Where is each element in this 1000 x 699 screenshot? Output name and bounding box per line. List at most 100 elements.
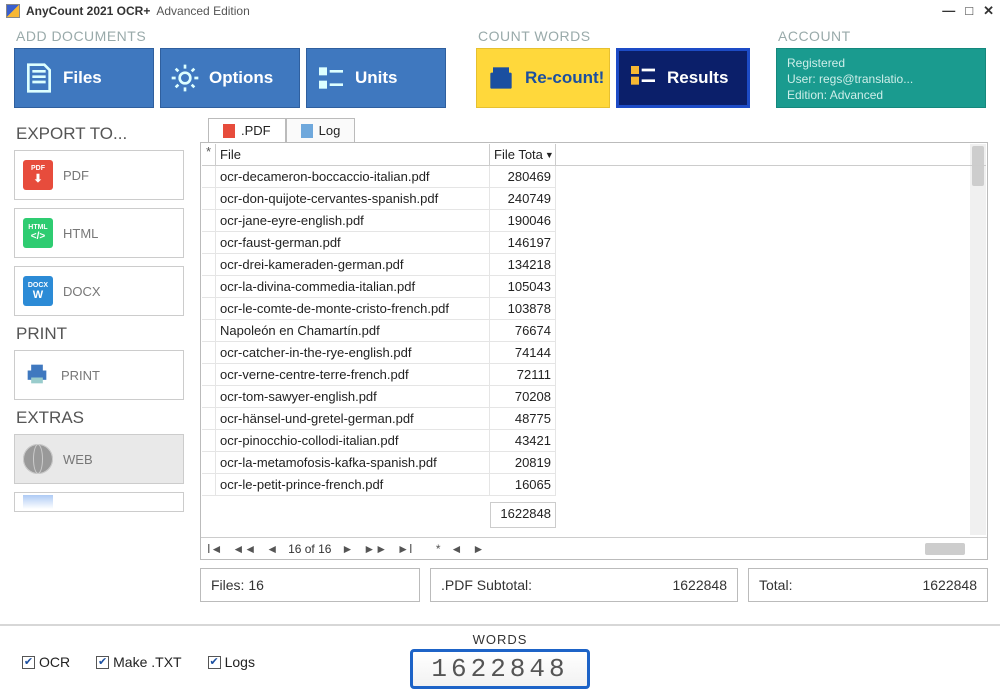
print-button[interactable]: PRINT: [14, 350, 184, 400]
options-button[interactable]: Options: [160, 48, 300, 108]
grid-sum-value: 1622848: [490, 502, 556, 528]
nav-prev-page[interactable]: ◄◄: [232, 542, 256, 556]
units-icon: [307, 62, 355, 94]
horizontal-scrollbar[interactable]: [925, 543, 965, 555]
extras-heading: EXTRAS: [16, 408, 192, 428]
cell-total: 280469: [490, 166, 556, 188]
table-row[interactable]: ocr-pinocchio-collodi-italian.pdf43421: [202, 430, 986, 452]
sidebar: EXPORT TO... PDF⬇ PDF HTML</> HTML DOCXW…: [14, 118, 192, 602]
partial-icon: [23, 495, 53, 509]
grid-sum-row: 1622848: [202, 502, 986, 528]
table-row[interactable]: ocr-le-petit-prince-french.pdf16065: [202, 474, 986, 496]
recount-icon: [477, 62, 525, 94]
cell-file: ocr-decameron-boccaccio-italian.pdf: [216, 166, 490, 188]
table-row[interactable]: ocr-don-quijote-cervantes-spanish.pdf240…: [202, 188, 986, 210]
logs-checkbox[interactable]: ✔Logs: [208, 654, 255, 670]
print-heading: PRINT: [16, 324, 192, 344]
table-row[interactable]: ocr-la-divina-commedia-italian.pdf105043: [202, 276, 986, 298]
cell-file: ocr-catcher-in-the-rye-english.pdf: [216, 342, 490, 364]
cell-file: ocr-jane-eyre-english.pdf: [216, 210, 490, 232]
cell-total: 190046: [490, 210, 556, 232]
cell-total: 16065: [490, 474, 556, 496]
cell-total: 43421: [490, 430, 556, 452]
cell-total: 48775: [490, 408, 556, 430]
table-row[interactable]: ocr-hänsel-und-gretel-german.pdf48775: [202, 408, 986, 430]
table-row[interactable]: ocr-la-metamofosis-kafka-spanish.pdf2081…: [202, 452, 986, 474]
group-add-documents: ADD DOCUMENTS: [16, 28, 446, 44]
account-panel[interactable]: Registered User: regs@translatio... Edit…: [776, 48, 986, 108]
html-icon: HTML</>: [23, 218, 53, 248]
results-grid-panel: * File File Tota▼ ocr-decameron-boccacci…: [200, 142, 988, 560]
export-docx-button[interactable]: DOCXW DOCX: [14, 266, 184, 316]
nav-next[interactable]: ►: [341, 542, 353, 556]
account-edition: Edition: Advanced: [787, 87, 975, 103]
col-file-total[interactable]: File Tota▼: [490, 144, 556, 165]
export-pdf-button[interactable]: PDF⬇ PDF: [14, 150, 184, 200]
cell-total: 105043: [490, 276, 556, 298]
cell-file: ocr-le-comte-de-monte-cristo-french.pdf: [216, 298, 490, 320]
cell-total: 76674: [490, 320, 556, 342]
col-file[interactable]: File: [216, 144, 490, 165]
ribbon: ADD DOCUMENTS Files Options Units COUNT …: [0, 22, 1000, 118]
table-row[interactable]: ocr-faust-german.pdf146197: [202, 232, 986, 254]
tab-pdf[interactable]: .PDF: [208, 118, 286, 142]
units-button[interactable]: Units: [306, 48, 446, 108]
nav-spacer: [423, 542, 426, 556]
cell-total: 20819: [490, 452, 556, 474]
ocr-checkbox[interactable]: ✔OCR: [22, 654, 70, 670]
cell-total: 146197: [490, 232, 556, 254]
cell-total: 70208: [490, 386, 556, 408]
cell-file: ocr-hänsel-und-gretel-german.pdf: [216, 408, 490, 430]
nav-last[interactable]: ►ꓲ: [397, 542, 412, 556]
cell-file: ocr-faust-german.pdf: [216, 232, 490, 254]
extras-web-button[interactable]: WEB: [14, 434, 184, 484]
tab-log[interactable]: Log: [286, 118, 356, 142]
col-star[interactable]: *: [202, 144, 216, 165]
nav-first[interactable]: ꓲ◄: [207, 542, 222, 556]
nav-action-1[interactable]: *: [436, 542, 441, 556]
cell-file: ocr-verne-centre-terre-french.pdf: [216, 364, 490, 386]
table-row[interactable]: ocr-jane-eyre-english.pdf190046: [202, 210, 986, 232]
docx-icon: DOCXW: [23, 276, 53, 306]
cell-total: 240749: [490, 188, 556, 210]
table-row[interactable]: ocr-drei-kameraden-german.pdf134218: [202, 254, 986, 276]
pdf-icon: PDF⬇: [23, 160, 53, 190]
nav-next-page[interactable]: ►►: [363, 542, 387, 556]
maximize-button[interactable]: □: [965, 3, 973, 19]
close-button[interactable]: ✕: [983, 3, 994, 19]
minimize-button[interactable]: —: [942, 3, 955, 19]
cell-file: ocr-la-metamofosis-kafka-spanish.pdf: [216, 452, 490, 474]
results-button[interactable]: Results: [616, 48, 750, 108]
stats-bar: Files: 16 .PDF Subtotal:1622848 Total:16…: [200, 568, 988, 602]
table-row[interactable]: ocr-verne-centre-terre-french.pdf72111: [202, 364, 986, 386]
recount-button[interactable]: Re-count!: [476, 48, 610, 108]
table-row[interactable]: ocr-tom-sawyer-english.pdf70208: [202, 386, 986, 408]
export-html-button[interactable]: HTML</> HTML: [14, 208, 184, 258]
table-row[interactable]: Napoleón en Chamartín.pdf76674: [202, 320, 986, 342]
grid-header: * File File Tota▼: [202, 144, 986, 166]
extras-item-partial[interactable]: [14, 492, 184, 512]
pdf-tab-icon: [223, 124, 235, 138]
footer: ✔OCR ✔Make .TXT ✔Logs WORDS 1622848: [0, 624, 1000, 699]
table-row[interactable]: ocr-le-comte-de-monte-cristo-french.pdf1…: [202, 298, 986, 320]
make-txt-checkbox[interactable]: ✔Make .TXT: [96, 654, 181, 670]
table-row[interactable]: ocr-decameron-boccaccio-italian.pdf28046…: [202, 166, 986, 188]
files-button[interactable]: Files: [14, 48, 154, 108]
printer-icon: [23, 360, 51, 391]
globe-icon: [23, 444, 53, 474]
word-counter: 1622848: [410, 649, 589, 689]
sort-desc-icon: ▼: [545, 150, 554, 160]
cell-file: Napoleón en Chamartín.pdf: [216, 320, 490, 342]
cell-file: ocr-pinocchio-collodi-italian.pdf: [216, 430, 490, 452]
account-status: Registered: [787, 55, 975, 71]
cell-file: ocr-la-divina-commedia-italian.pdf: [216, 276, 490, 298]
title-bar: AnyCount 2021 OCR+ Advanced Edition — □ …: [0, 0, 1000, 22]
nav-action-3[interactable]: ►: [472, 542, 484, 556]
nav-action-2[interactable]: ◄: [451, 542, 463, 556]
nav-prev[interactable]: ◄: [266, 542, 278, 556]
table-row[interactable]: ocr-catcher-in-the-rye-english.pdf74144: [202, 342, 986, 364]
group-account: ACCOUNT: [778, 28, 986, 44]
cell-total: 74144: [490, 342, 556, 364]
cell-file: ocr-le-petit-prince-french.pdf: [216, 474, 490, 496]
results-icon: [619, 62, 667, 94]
